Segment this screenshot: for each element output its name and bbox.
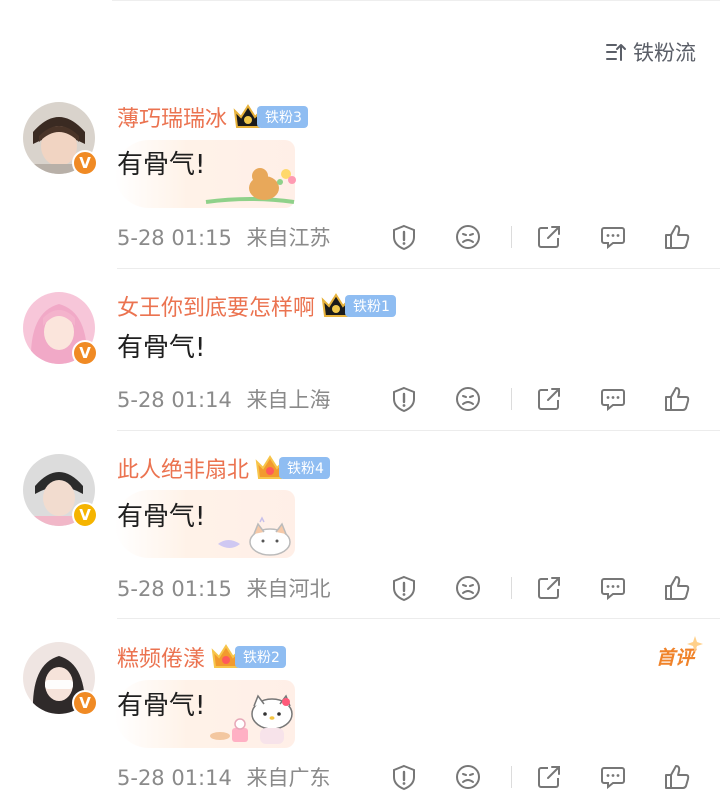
action-separator — [511, 577, 512, 599]
comment-icon — [601, 767, 625, 790]
avatar[interactable]: V — [23, 292, 98, 366]
share-button[interactable] — [532, 571, 566, 605]
comment-meta: 5-28 01:14 来自上海 — [117, 384, 331, 416]
comment-divider — [117, 268, 720, 269]
fan-badge[interactable]: 铁粉4 — [279, 457, 330, 479]
sad-face-icon — [456, 387, 480, 411]
report-button[interactable] — [387, 571, 421, 605]
share-icon — [538, 388, 560, 410]
fan-badge[interactable]: 铁粉3 — [257, 106, 308, 128]
reply-button[interactable] — [596, 571, 630, 605]
avatar[interactable]: V — [23, 642, 98, 716]
username[interactable]: 此人绝非扇北 — [117, 452, 249, 484]
sparkle-icon — [687, 636, 703, 652]
dog-sticker-icon — [205, 168, 296, 204]
comment-location: 来自河北 — [246, 577, 331, 601]
comment-text: 有骨气! — [117, 502, 206, 532]
like-button[interactable] — [660, 220, 694, 254]
username[interactable]: 糕频倦漾 — [117, 641, 205, 673]
report-icon — [393, 764, 415, 791]
comment-location: 来自江苏 — [246, 226, 331, 250]
comment-actions — [387, 220, 694, 254]
dislike-button[interactable] — [451, 220, 485, 254]
thumbs-up-icon — [665, 765, 690, 789]
comment-icon — [601, 227, 625, 250]
comment-icon — [601, 578, 625, 601]
sort-iron-fans-button[interactable]: 铁粉流 — [605, 36, 696, 68]
comment-icon — [601, 389, 625, 412]
report-icon — [393, 575, 415, 602]
reply-button[interactable] — [596, 220, 630, 254]
comment-actions — [387, 760, 694, 794]
share-button[interactable] — [532, 220, 566, 254]
comment-time: 5-28 01:15 — [117, 226, 232, 250]
comment-location: 来自上海 — [246, 388, 331, 412]
verified-badge: V — [72, 690, 98, 716]
hello-kitty-sticker-icon — [210, 694, 293, 744]
verified-badge: V — [72, 340, 98, 366]
username[interactable]: 女王你到底要怎样啊 — [117, 290, 315, 322]
thumbs-up-icon — [665, 576, 690, 600]
sad-face-icon — [456, 765, 480, 789]
sad-face-icon — [456, 225, 480, 249]
username[interactable]: 薄巧瑞瑞冰 — [117, 101, 227, 133]
report-button[interactable] — [387, 760, 421, 794]
dislike-button[interactable] — [451, 760, 485, 794]
comment-meta: 5-28 01:14 来自广东 — [117, 762, 331, 794]
reply-button[interactable] — [596, 382, 630, 416]
comment-meta: 5-28 01:15 来自江苏 — [117, 222, 331, 254]
avatar[interactable]: V — [23, 102, 98, 176]
report-icon — [393, 224, 415, 251]
report-button[interactable] — [387, 220, 421, 254]
share-icon — [538, 226, 560, 248]
share-button[interactable] — [532, 760, 566, 794]
dislike-button[interactable] — [451, 571, 485, 605]
dislike-button[interactable] — [451, 382, 485, 416]
avatar[interactable]: V — [23, 454, 98, 528]
comment-actions — [387, 571, 694, 605]
share-icon — [538, 577, 560, 599]
report-icon — [393, 386, 415, 413]
comment-time: 5-28 01:14 — [117, 766, 232, 790]
comment-location: 来自广东 — [246, 766, 331, 790]
verified-badge: V — [72, 150, 98, 176]
first-comment-badge: 首评 — [656, 636, 703, 671]
verified-badge: V — [72, 502, 98, 528]
report-button[interactable] — [387, 382, 421, 416]
comment-time: 5-28 01:15 — [117, 577, 232, 601]
cat-sticker-icon — [218, 516, 291, 556]
share-button[interactable] — [532, 382, 566, 416]
thumbs-up-icon — [665, 225, 690, 249]
comment-divider — [117, 430, 720, 431]
thumbs-up-icon — [665, 387, 690, 411]
comment-meta: 5-28 01:15 来自河北 — [117, 573, 331, 605]
comment-divider — [117, 618, 720, 619]
comment-actions — [387, 382, 694, 416]
comment-text: 有骨气! — [117, 333, 206, 363]
sort-icon — [606, 44, 626, 61]
sort-label: 铁粉流 — [633, 41, 696, 65]
reply-button[interactable] — [596, 760, 630, 794]
top-divider — [112, 0, 720, 1]
action-separator — [511, 226, 512, 248]
comment-text: 有骨气! — [117, 150, 206, 180]
comment-time: 5-28 01:14 — [117, 388, 232, 412]
fan-badge[interactable]: 铁粉1 — [345, 295, 396, 317]
like-button[interactable] — [660, 760, 694, 794]
comment-text: 有骨气! — [117, 691, 206, 721]
share-icon — [538, 766, 560, 788]
like-button[interactable] — [660, 571, 694, 605]
like-button[interactable] — [660, 382, 694, 416]
action-separator — [511, 388, 512, 410]
action-separator — [511, 766, 512, 788]
sad-face-icon — [456, 576, 480, 600]
fan-badge[interactable]: 铁粉2 — [235, 646, 286, 668]
